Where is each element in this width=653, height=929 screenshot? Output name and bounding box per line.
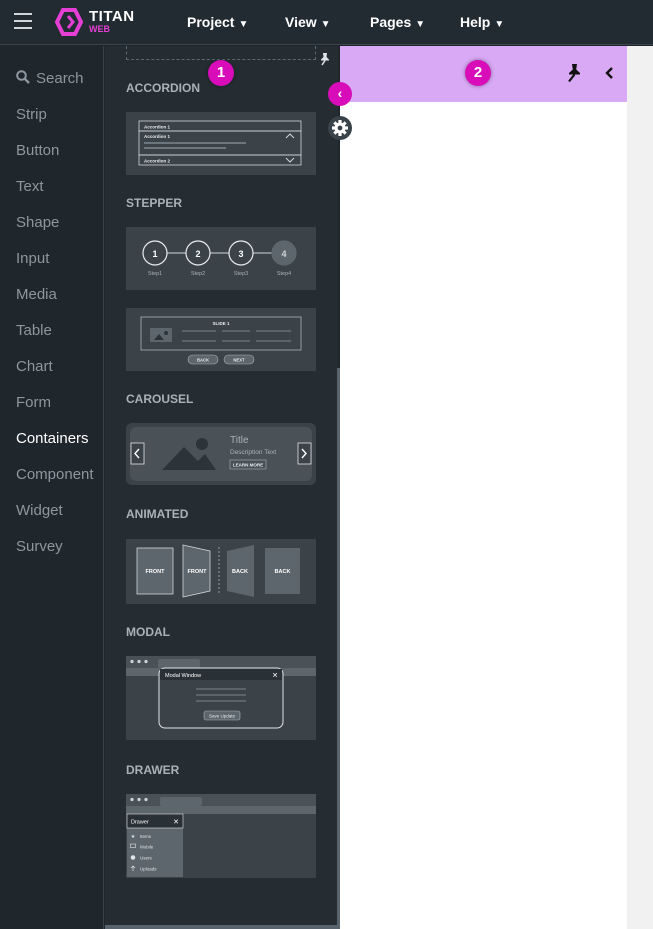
step-4-label: Step4 xyxy=(277,271,291,277)
animated-front-2: FRONT xyxy=(188,569,208,575)
accordion-widget[interactable]: Accordion 1 Accordion 1 Accordion 2 xyxy=(126,112,316,175)
panel-pin-icon[interactable] xyxy=(318,52,332,66)
menu-project[interactable]: Project ▼ xyxy=(187,14,248,30)
modal-save-button: Save Update xyxy=(209,713,236,718)
drawer-item-4: Uploads xyxy=(140,867,157,872)
step-3-number: 3 xyxy=(238,249,243,259)
stepper-slide-widget[interactable]: SLIDE 1 BACK NEXT xyxy=(126,308,316,371)
carousel-preview: Title Description Text LEARN MORE xyxy=(130,427,312,481)
left-sidebar: Search Strip Button Text Shape Input Med… xyxy=(0,46,104,929)
animated-back-2: BACK xyxy=(275,569,291,575)
menu-help-label: Help xyxy=(460,14,491,30)
drawer-widget[interactable]: Drawer ✕ ★ Items Mobile Users Uploads xyxy=(126,794,316,878)
step-1-number: 1 xyxy=(152,249,157,259)
sidebar-item-text[interactable]: Text xyxy=(16,178,44,195)
accordion-row-2: Accordion 1 xyxy=(144,134,171,139)
animated-back-1: BACK xyxy=(232,569,248,575)
menu-view[interactable]: View ▼ xyxy=(285,14,331,30)
drawer-preview: Drawer ✕ ★ Items Mobile Users Uploads xyxy=(126,794,316,877)
design-canvas[interactable] xyxy=(340,46,653,929)
drop-zone xyxy=(126,46,316,60)
step-badge-2: 2 xyxy=(465,60,491,86)
animated-widget[interactable]: FRONT FRONT BACK BACK xyxy=(126,539,316,604)
sidebar-item-survey[interactable]: Survey xyxy=(16,538,63,555)
menu-project-label: Project xyxy=(187,14,235,30)
logo-sub: WEB xyxy=(89,24,110,34)
sidebar-item-form[interactable]: Form xyxy=(16,394,51,411)
menu-view-label: View xyxy=(285,14,317,30)
menu-pages-label: Pages xyxy=(370,14,412,30)
panel-bottom-scrollbar[interactable] xyxy=(105,925,338,929)
sidebar-search[interactable]: Search xyxy=(16,70,84,87)
menu-help[interactable]: Help ▼ xyxy=(460,14,504,30)
hamburger-menu-icon[interactable] xyxy=(14,13,32,29)
canvas-pin-icon[interactable] xyxy=(564,63,584,83)
sidebar-item-widget[interactable]: Widget xyxy=(16,502,63,519)
section-label-animated: ANIMATED xyxy=(126,507,189,521)
modal-close-icon: ✕ xyxy=(272,673,278,680)
sidebar-item-chart[interactable]: Chart xyxy=(16,358,53,375)
step-4-number: 4 xyxy=(281,249,286,259)
sidebar-item-table[interactable]: Table xyxy=(16,322,52,339)
carousel-title: Title xyxy=(230,435,249,446)
sidebar-item-containers[interactable]: Containers xyxy=(16,430,89,447)
animated-preview: FRONT FRONT BACK BACK xyxy=(136,544,300,598)
step-2-label: Step2 xyxy=(191,271,205,277)
settings-button[interactable] xyxy=(328,116,352,140)
step-3-label: Step3 xyxy=(234,271,248,277)
step-badge-1: 1 xyxy=(208,60,234,86)
gear-icon xyxy=(332,120,348,136)
section-label-carousel: CAROUSEL xyxy=(126,392,194,406)
sidebar-item-component[interactable]: Component xyxy=(16,466,94,483)
modal-widget[interactable]: Modal Window ✕ Save Update xyxy=(126,656,316,740)
drawer-item-3: Users xyxy=(140,856,153,861)
section-label-drawer: DRAWER xyxy=(126,763,180,777)
search-label: Search xyxy=(36,70,84,87)
accordion-row-1: Accordion 1 xyxy=(144,125,171,130)
sidebar-item-shape[interactable]: Shape xyxy=(16,214,59,231)
animated-front-1: FRONT xyxy=(146,569,166,575)
drawer-star-icon: ★ xyxy=(131,834,136,840)
canvas-collapse-chevron-icon[interactable] xyxy=(604,66,616,80)
canvas-edge xyxy=(627,46,653,929)
search-icon xyxy=(16,70,30,84)
step-2-number: 2 xyxy=(195,249,200,259)
accordion-row-3: Accordion 2 xyxy=(144,159,171,164)
modal-title: Modal Window xyxy=(165,673,201,679)
slide-title: SLIDE 1 xyxy=(212,321,230,326)
chevron-down-icon: ▼ xyxy=(320,19,331,30)
panel-collapse-button[interactable]: ‹ xyxy=(328,82,352,106)
modal-preview: Modal Window ✕ Save Update xyxy=(126,656,316,729)
stepper-slide-preview: SLIDE 1 BACK NEXT xyxy=(140,316,302,365)
sidebar-item-input[interactable]: Input xyxy=(16,250,49,267)
stepper-widget[interactable]: 1 2 3 4 Step1 Step2 Step3 Step4 xyxy=(126,227,316,290)
titan-logo-icon xyxy=(54,8,84,36)
sidebar-item-media[interactable]: Media xyxy=(16,286,57,303)
section-label-stepper: STEPPER xyxy=(126,196,183,210)
logo-text: TITAN xyxy=(89,8,135,25)
chevron-down-icon: ▼ xyxy=(415,19,426,30)
drawer-title: Drawer xyxy=(131,820,149,826)
menu-pages[interactable]: Pages ▼ xyxy=(370,14,425,30)
top-bar: TITAN WEB Project ▼ View ▼ Pages ▼ Help ▼ xyxy=(0,0,653,45)
drawer-close-icon: ✕ xyxy=(173,819,179,826)
slide-next-button: NEXT xyxy=(233,357,245,362)
section-label-accordion: ACCORDION xyxy=(126,81,200,95)
sidebar-item-strip[interactable]: Strip xyxy=(16,106,47,123)
drawer-item-1: Items xyxy=(140,834,152,839)
drawer-item-2: Mobile xyxy=(140,845,154,850)
sidebar-item-button[interactable]: Button xyxy=(16,142,59,159)
stepper-preview: 1 2 3 4 Step1 Step2 Step3 Step4 xyxy=(142,240,297,277)
carousel-learn-more: LEARN MORE xyxy=(233,463,263,468)
carousel-description: Description Text xyxy=(230,449,276,456)
section-label-modal: MODAL xyxy=(126,625,170,639)
chevron-down-icon: ▼ xyxy=(238,19,249,30)
step-1-label: Step1 xyxy=(148,271,162,277)
accordion-preview: Accordion 1 Accordion 1 Accordion 2 xyxy=(138,120,302,166)
chevron-down-icon: ▼ xyxy=(494,19,505,30)
carousel-widget[interactable]: Title Description Text LEARN MORE xyxy=(126,423,316,485)
slide-back-button: BACK xyxy=(197,357,209,362)
